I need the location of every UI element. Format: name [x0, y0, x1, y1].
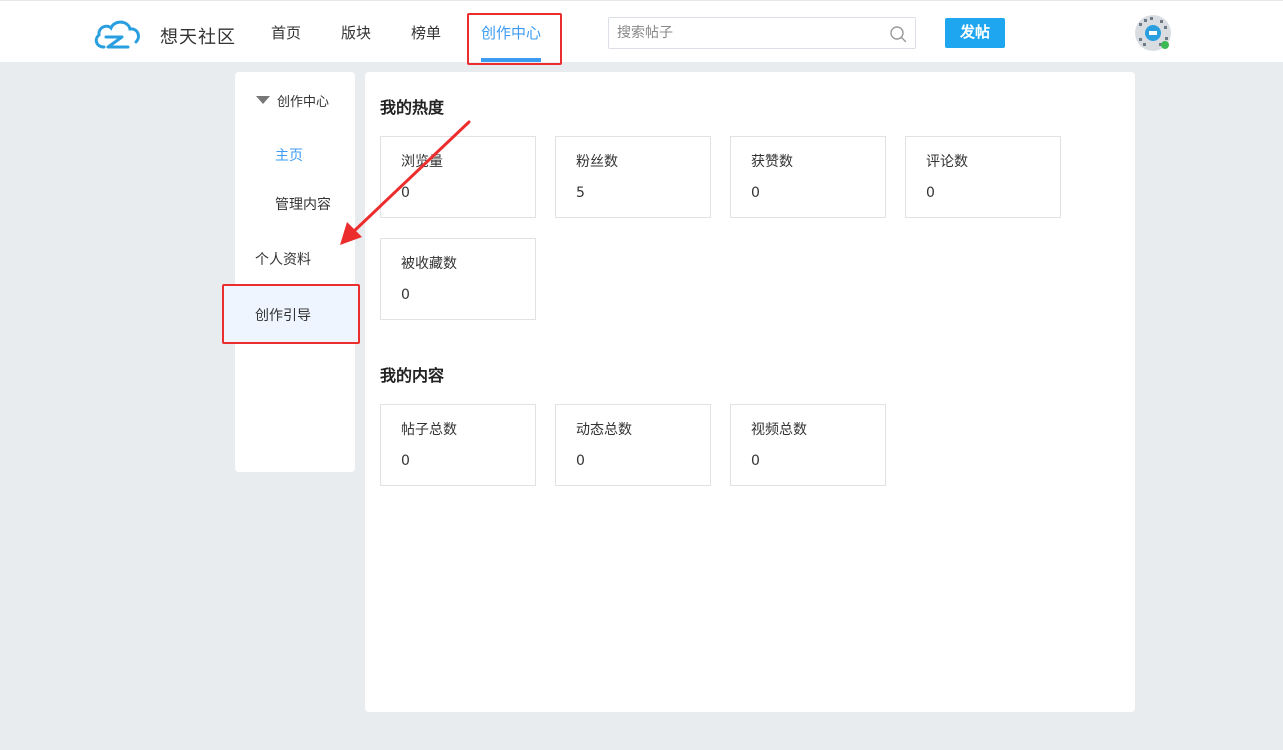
stat-label: 被收藏数 — [401, 256, 457, 272]
nav-rankings[interactable]: 榜单 — [411, 22, 441, 43]
stat-value: 0 — [751, 453, 760, 469]
sidebar: 创作中心 主页 管理内容 个人资料 — [235, 72, 355, 472]
stat-card-views[interactable]: 浏览量 0 — [380, 136, 536, 218]
section-title-content: 我的内容 — [380, 366, 445, 385]
search-input[interactable] — [617, 18, 877, 48]
cloud-logo-icon[interactable] — [92, 15, 142, 51]
stat-card-comments[interactable]: 评论数 0 — [905, 136, 1061, 218]
sidebar-item-home[interactable]: 主页 — [275, 145, 303, 165]
stat-value: 0 — [401, 287, 410, 303]
stat-card-moments[interactable]: 动态总数 0 — [555, 404, 711, 486]
stat-card-videos[interactable]: 视频总数 0 — [730, 404, 886, 486]
post-button[interactable]: 发帖 — [945, 18, 1005, 48]
stat-value: 0 — [751, 185, 760, 201]
stat-label: 浏览量 — [401, 154, 443, 170]
stat-label: 视频总数 — [751, 422, 807, 438]
annotation-box-creation-guide — [222, 284, 360, 344]
sidebar-group-label: 创作中心 — [277, 95, 330, 110]
stat-value: 0 — [401, 453, 410, 469]
stat-card-likes[interactable]: 获赞数 0 — [730, 136, 886, 218]
stat-label: 粉丝数 — [576, 154, 618, 170]
search-box — [608, 17, 916, 49]
stat-label: 获赞数 — [751, 154, 793, 170]
stat-label: 帖子总数 — [401, 422, 457, 438]
nav-home[interactable]: 首页 — [271, 22, 301, 43]
sidebar-item-manage-content[interactable]: 管理内容 — [275, 194, 331, 214]
triangle-down-icon[interactable] — [256, 96, 270, 104]
stat-card-followers[interactable]: 粉丝数 5 — [555, 136, 711, 218]
stat-label: 动态总数 — [576, 422, 632, 438]
stat-value: 5 — [576, 185, 585, 201]
sidebar-group-creator-center[interactable]: 创作中心 — [235, 88, 355, 112]
top-header: 想天社区 首页 版块 榜单 创作中心 发帖 — [0, 0, 1283, 62]
stat-value: 0 — [401, 185, 410, 201]
search-icon[interactable] — [889, 25, 907, 43]
nav-boards[interactable]: 版块 — [341, 22, 371, 43]
stat-value: 0 — [926, 185, 935, 201]
annotation-box-creator-center — [467, 13, 562, 65]
stat-card-favorites[interactable]: 被收藏数 0 — [380, 238, 536, 320]
avatar[interactable] — [1134, 14, 1172, 52]
main-panel: 我的热度 浏览量 0 粉丝数 5 获赞数 0 评论数 0 被收藏数 0 我的内容… — [365, 72, 1135, 712]
section-title-heat: 我的热度 — [380, 98, 445, 117]
stat-value: 0 — [576, 453, 585, 469]
stat-label: 评论数 — [926, 154, 968, 170]
stat-card-posts[interactable]: 帖子总数 0 — [380, 404, 536, 486]
site-name[interactable]: 想天社区 — [160, 23, 236, 49]
sidebar-item-profile[interactable]: 个人资料 — [255, 249, 311, 269]
